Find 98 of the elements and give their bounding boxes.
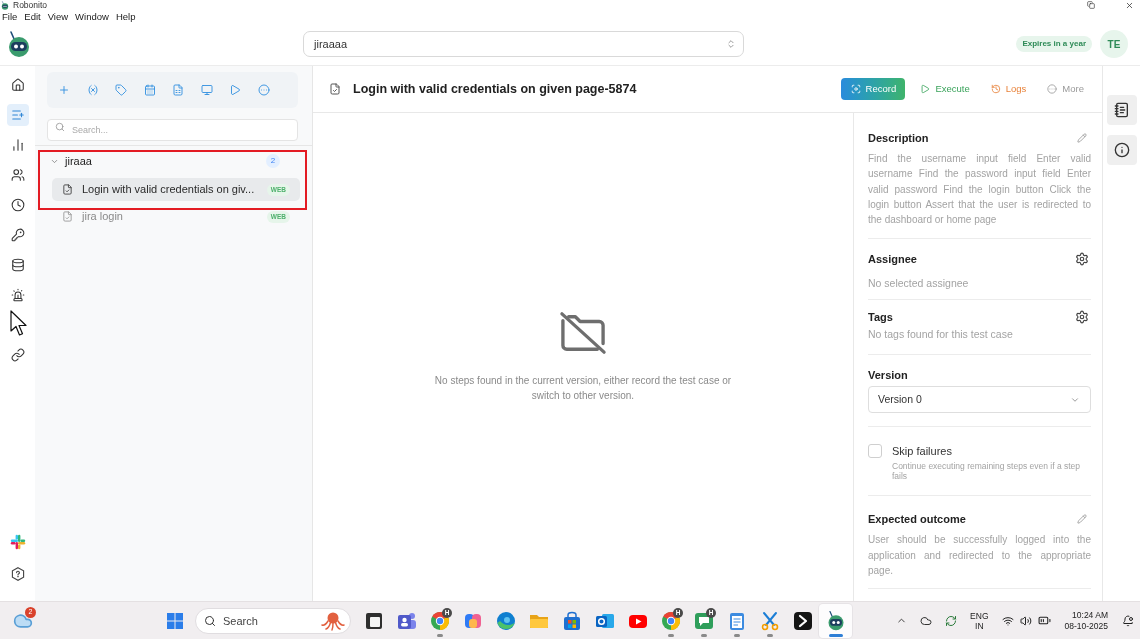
running-indicator bbox=[436, 633, 443, 637]
window-title: Robonito bbox=[13, 0, 48, 10]
scan-icon bbox=[850, 84, 861, 94]
menu-item[interactable]: File bbox=[2, 10, 18, 23]
test-case-name: jira login bbox=[82, 209, 123, 225]
empty-state-message: No steps found in the current version, either record the test case or switch to other version. bbox=[433, 374, 733, 403]
calendar-icon[interactable] bbox=[143, 84, 156, 96]
menu-item[interactable]: Window bbox=[75, 10, 109, 23]
folder-off-icon bbox=[559, 311, 607, 355]
volume-icon[interactable] bbox=[1019, 614, 1032, 627]
settings-icon[interactable] bbox=[1075, 252, 1089, 267]
menu-item[interactable]: View bbox=[47, 10, 69, 23]
database-icon bbox=[10, 258, 25, 272]
arrow-tile-icon bbox=[792, 610, 813, 631]
chat-tile-icon bbox=[693, 610, 714, 631]
robot-logo-icon bbox=[826, 610, 845, 631]
menu-item[interactable]: Help bbox=[115, 10, 136, 23]
shopping-bag-icon bbox=[561, 610, 582, 631]
notebook-button[interactable] bbox=[1106, 95, 1137, 125]
document-check-icon bbox=[62, 211, 73, 222]
sync-icon[interactable] bbox=[945, 614, 958, 627]
siren-icon bbox=[10, 288, 25, 302]
play-icon[interactable] bbox=[229, 84, 241, 96]
section-title: Version bbox=[868, 368, 908, 384]
more-icon bbox=[1047, 84, 1058, 94]
octopus-icon bbox=[321, 610, 345, 631]
clock-time[interactable]: 10:24 AM bbox=[1072, 609, 1108, 621]
users-icon bbox=[10, 168, 25, 182]
region-label[interactable]: IN bbox=[975, 620, 984, 631]
info-icon bbox=[1113, 142, 1130, 158]
section-title: Expected outcome bbox=[868, 512, 966, 528]
browser-icon bbox=[429, 610, 450, 631]
running-indicator bbox=[828, 633, 843, 637]
variable-icon[interactable] bbox=[86, 84, 99, 96]
search-icon bbox=[204, 614, 216, 627]
user-avatar[interactable]: TE bbox=[1100, 30, 1128, 58]
checkbox-hint: Continue executing remaining steps even if a step fails bbox=[892, 461, 1082, 482]
cloud-icon[interactable] bbox=[920, 614, 933, 627]
document-check-icon bbox=[62, 184, 73, 195]
running-indicator bbox=[667, 633, 674, 637]
chevron-down-icon bbox=[1070, 395, 1080, 405]
document-check-icon bbox=[329, 83, 341, 95]
play-icon bbox=[920, 84, 931, 94]
running-indicator bbox=[766, 633, 773, 637]
license-badge: Expires in a year bbox=[1016, 36, 1092, 52]
taskbar-app-button[interactable] bbox=[819, 603, 852, 638]
test-case-title: Login with valid credentials on given page-5874 bbox=[353, 80, 637, 98]
running-indicator bbox=[733, 633, 740, 637]
test-case-name: Login with valid credentials on giv... bbox=[82, 182, 255, 198]
notebook-icon bbox=[1113, 102, 1130, 118]
window-tile-icon bbox=[363, 610, 384, 631]
mouse-pointer-icon bbox=[10, 310, 28, 337]
house-icon bbox=[10, 78, 25, 92]
search-field[interactable]: Search bbox=[195, 607, 351, 634]
start-menu-icon[interactable] bbox=[166, 612, 183, 629]
help-icon[interactable] bbox=[10, 567, 25, 581]
chevrons-up-down-icon bbox=[726, 39, 736, 49]
battery-icon[interactable] bbox=[1037, 614, 1051, 627]
bell-icon[interactable] bbox=[1122, 614, 1134, 627]
checkbox-label: Skip failures bbox=[892, 444, 953, 459]
wifi-icon[interactable] bbox=[1001, 614, 1014, 627]
browser-icon bbox=[660, 610, 681, 631]
monitor-icon[interactable] bbox=[200, 84, 213, 96]
language-label[interactable]: ENG bbox=[970, 610, 989, 621]
menu-item[interactable]: Edit bbox=[24, 10, 41, 23]
version-select[interactable]: Version 0 bbox=[868, 386, 1091, 414]
history-icon bbox=[990, 84, 1001, 94]
expected-outcome-text: User should be successfully logged into the application and redirected to the appropriate page. bbox=[868, 533, 1091, 579]
key-icon bbox=[10, 228, 25, 242]
assignee-value: No selected assignee bbox=[868, 276, 970, 292]
list-plus-icon bbox=[10, 108, 25, 122]
clock-icon bbox=[10, 198, 25, 212]
section-title: Tags bbox=[868, 310, 893, 326]
description-text: Find the username input field Enter valid username Find the password input field Enter valid password Find the login button Click the login button Assert that the user is redirected to the dashboard or home page bbox=[868, 152, 1091, 228]
section-title: Assignee bbox=[868, 252, 917, 268]
tags-value: No tags found for this test case bbox=[868, 327, 1014, 343]
globe-icon bbox=[495, 610, 516, 631]
search-field[interactable]: Search... bbox=[47, 119, 298, 141]
project-select[interactable]: jiraaaa bbox=[303, 31, 744, 57]
scissors-icon bbox=[759, 610, 780, 631]
running-indicator bbox=[700, 633, 707, 637]
folder-name[interactable]: jiraaa bbox=[65, 152, 92, 170]
link-icon bbox=[10, 348, 25, 362]
info-button[interactable] bbox=[1106, 135, 1137, 165]
section-title: Description bbox=[868, 130, 929, 146]
settings-icon[interactable] bbox=[1075, 310, 1089, 325]
spreadsheet-file-icon[interactable] bbox=[172, 84, 184, 96]
bar-chart-icon bbox=[10, 138, 25, 152]
robot-logo-icon bbox=[7, 30, 31, 58]
checkbox[interactable] bbox=[868, 444, 882, 459]
colored-hash-icon[interactable] bbox=[9, 534, 26, 550]
people-tile-icon bbox=[396, 610, 417, 631]
clock-date[interactable]: 08-10-2025 bbox=[1064, 620, 1108, 632]
tag-icon[interactable] bbox=[115, 84, 127, 96]
count-badge: 2 bbox=[266, 154, 280, 168]
search-icon bbox=[55, 122, 65, 132]
restore-icon[interactable] bbox=[1087, 1, 1095, 9]
close-icon[interactable] bbox=[1125, 0, 1134, 10]
